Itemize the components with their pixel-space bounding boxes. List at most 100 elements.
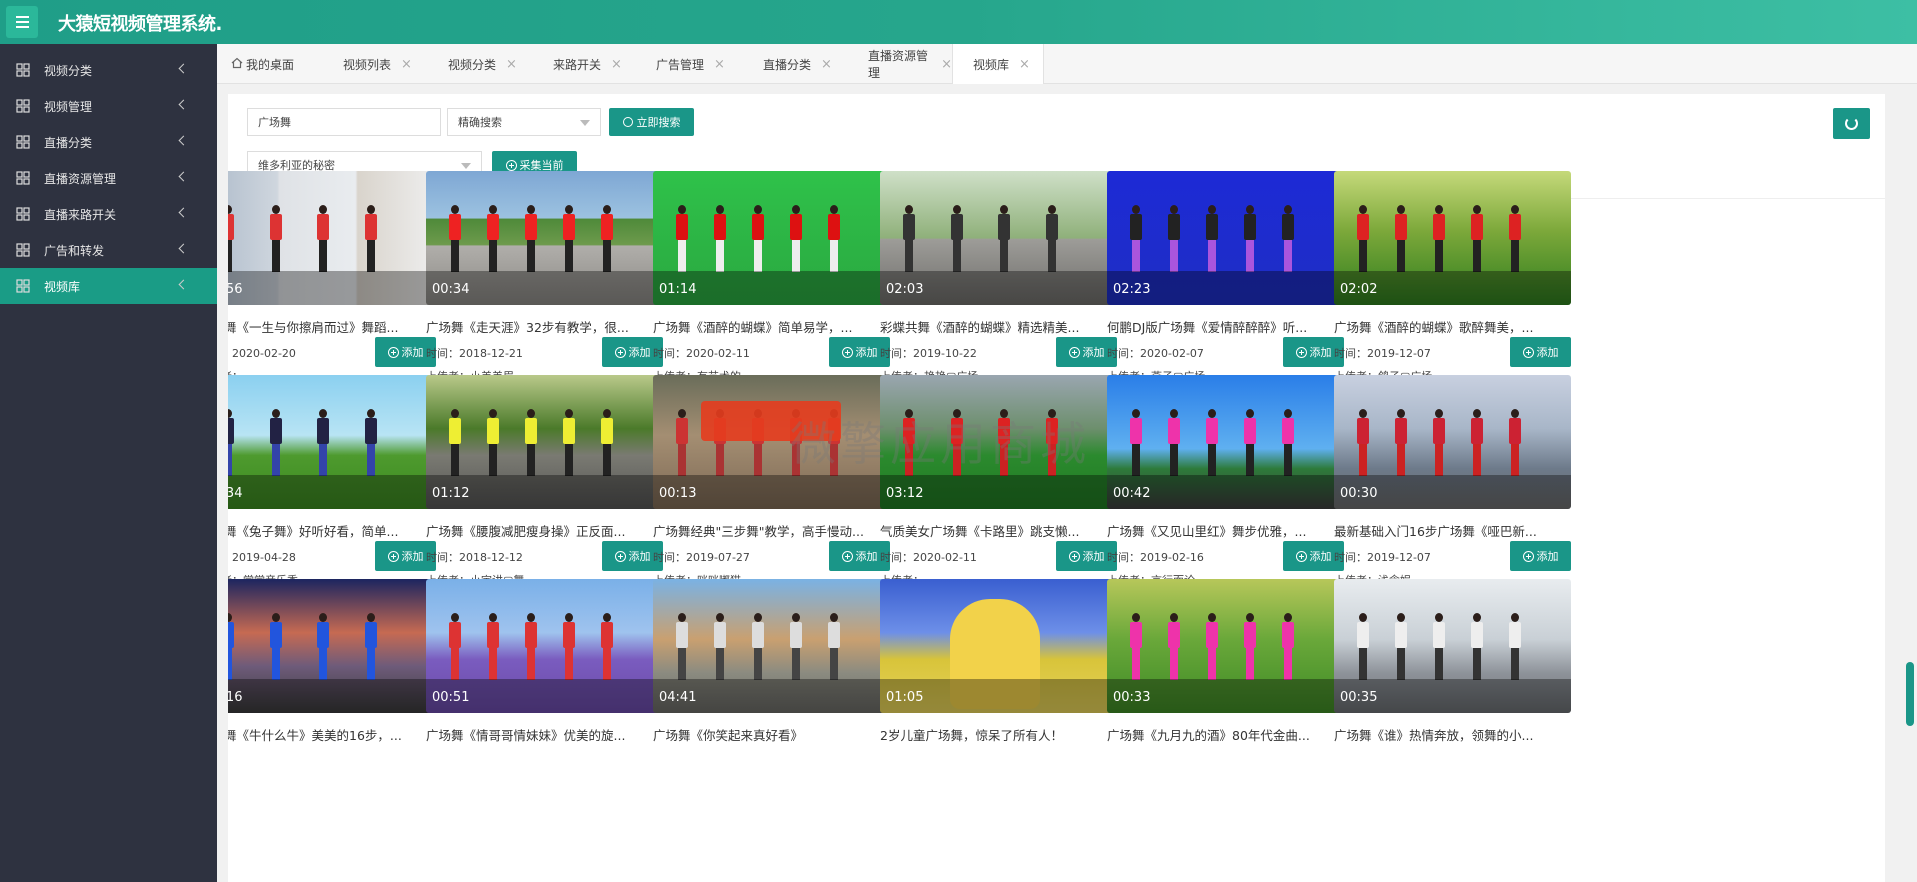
video-title[interactable]: 广场舞《酒醉的蝴蝶》简单易学，... <box>653 317 890 336</box>
video-title[interactable]: 广场舞《情哥哥情妹妹》优美的旋... <box>426 725 663 744</box>
video-duration: 01:12 <box>432 486 470 501</box>
close-icon[interactable]: × <box>714 57 725 72</box>
plus-circle-icon <box>387 346 399 358</box>
scrollbar-thumb[interactable] <box>1906 662 1914 726</box>
video-title[interactable]: 广场舞《兔子舞》好听好看，简单... <box>228 521 436 540</box>
dancer-figure <box>269 613 283 683</box>
plus-circle-icon <box>1068 346 1080 358</box>
video-title[interactable]: 广场舞《酒醉的蝴蝶》歌醉舞美，... <box>1334 317 1571 336</box>
video-title[interactable]: 广场舞《又见山里红》舞步优雅，... <box>1107 521 1344 540</box>
video-thumbnail[interactable]: 00:34 <box>426 171 663 305</box>
tab[interactable]: 广告管理 × <box>640 44 737 84</box>
gem-icon <box>16 207 30 221</box>
video-thumbnail[interactable]: 00:42 <box>1107 375 1344 509</box>
video-title[interactable]: 广场舞《一生与你擦肩而过》舞蹈... <box>228 317 436 336</box>
add-button-label: 添加 <box>1536 346 1559 359</box>
video-card: 03:12气质美女广场舞《卡路里》跳支懒...时间：2020-02-11上传者：… <box>871 359 1128 597</box>
close-icon[interactable]: × <box>821 57 832 72</box>
video-title[interactable]: 何鹏DJ版广场舞《爱情醉醉醉》听... <box>1107 317 1344 336</box>
video-thumbnail[interactable]: 02:02 <box>1334 171 1571 305</box>
sidebar-item[interactable]: 直播分类 <box>0 124 217 160</box>
tab[interactable]: 直播分类 × <box>747 44 842 84</box>
video-title[interactable]: 广场舞《牛什么牛》美美的16步，... <box>228 725 436 744</box>
video-thumbnail[interactable]: 00:30 <box>1334 375 1571 509</box>
video-title[interactable]: 气质美女广场舞《卡路里》跳支懒... <box>880 521 1117 540</box>
video-title[interactable]: 广场舞《你笑起来真好看》 <box>653 725 890 744</box>
video-thumbnail[interactable]: 00:33 <box>1107 579 1344 713</box>
search-icon <box>622 117 633 127</box>
video-title[interactable]: 广场舞《走天涯》32步有教学，很... <box>426 317 663 336</box>
video-title[interactable]: 2岁儿童广场舞，惊呆了所有人！ <box>880 725 1117 744</box>
dancer-figure <box>364 613 378 683</box>
video-duration: 03:12 <box>886 486 924 501</box>
refresh-button[interactable] <box>1833 108 1870 139</box>
video-thumbnail[interactable]: 02:03 <box>880 171 1117 305</box>
video-card: 01:16 广场舞《牛什么牛》美美的16步，... <box>228 563 447 801</box>
tab[interactable]: 视频分类 × <box>432 44 527 84</box>
tab[interactable]: 我的桌面 <box>229 44 317 84</box>
handshake-icon <box>16 279 30 293</box>
dancer-figure <box>1394 613 1408 683</box>
video-thumbnail[interactable]: 00:35 <box>1334 579 1571 713</box>
video-thumbnail[interactable]: 01:14 <box>653 171 890 305</box>
video-thumbnail[interactable]: 00:13 <box>653 375 890 509</box>
dancer-figure <box>1205 205 1219 275</box>
add-button-label: 添加 <box>1536 550 1559 563</box>
dancer-figure <box>1508 205 1522 275</box>
search-button-label: 立即搜索 <box>636 116 681 129</box>
sidebar-item[interactable]: 视频管理 <box>0 88 217 124</box>
video-thumbnail[interactable]: 00:51 <box>426 579 663 713</box>
search-input[interactable]: 广场舞 <box>247 108 441 136</box>
dancer-figure <box>364 205 378 275</box>
duration-overlay <box>228 271 436 305</box>
dancer-figure <box>1205 409 1219 479</box>
sidebar-item[interactable]: 直播来路开关 <box>0 196 217 232</box>
plus-circle-icon <box>614 550 626 562</box>
tab-bar: 我的桌面 视频列表 × 视频分类 × 来路开关 × 广告管理 × 直播分类 × 直播资源管理 × 视频库 × <box>217 44 1917 84</box>
dancer-figure <box>486 205 500 275</box>
video-title[interactable]: 广场舞《谁》热情奔放，领舞的小... <box>1334 725 1571 744</box>
video-thumbnail[interactable]: 03:12 <box>880 375 1117 509</box>
close-icon[interactable]: × <box>611 57 622 72</box>
close-icon[interactable]: × <box>401 57 412 72</box>
sidebar-item[interactable]: 视频分类 <box>0 52 217 88</box>
search-mode-select[interactable]: 精确搜索 <box>447 108 601 136</box>
tab[interactable]: 视频库 × <box>952 44 1044 84</box>
close-icon[interactable]: × <box>1019 57 1030 72</box>
video-title[interactable]: 最新基础入门16步广场舞《哑巴新... <box>1334 521 1571 540</box>
dancer-figure <box>997 409 1011 479</box>
video-title[interactable]: 广场舞《九月九的酒》80年代金曲... <box>1107 725 1344 744</box>
tab[interactable]: 来路开关 × <box>537 44 630 84</box>
close-icon[interactable]: × <box>941 57 952 72</box>
tab[interactable]: 视频列表 × <box>327 44 422 84</box>
video-thumbnail[interactable]: 01:12 <box>426 375 663 509</box>
dancer-figure <box>1508 409 1522 479</box>
plus-circle-icon <box>1068 550 1080 562</box>
video-thumbnail[interactable]: 01:16 <box>228 579 436 713</box>
video-title[interactable]: 广场舞经典"三步舞"教学，高手慢动... <box>653 521 890 540</box>
video-thumbnail[interactable]: 01:05 <box>880 579 1117 713</box>
video-card: 01:14广场舞《酒醉的蝴蝶》简单易学，...时间：2020-02-11上传者：… <box>644 155 901 393</box>
dancer-figure <box>1432 409 1446 479</box>
sidebar-item[interactable]: 广告和转发 <box>0 232 217 268</box>
close-icon[interactable]: × <box>506 57 517 72</box>
top-header: 大猿短视频管理系统. <box>0 0 1917 44</box>
video-title[interactable]: 彩蝶共舞《酒醉的蝴蝶》精选精美... <box>880 317 1117 336</box>
dancer-figure <box>448 409 462 479</box>
menu-toggle-button[interactable] <box>6 6 38 38</box>
search-button[interactable]: 立即搜索 <box>609 108 694 136</box>
dancer-figure <box>448 205 462 275</box>
tab[interactable]: 直播资源管理 × <box>852 44 952 84</box>
video-title[interactable]: 广场舞《腰腹减肥瘦身操》正反面... <box>426 521 663 540</box>
scrollbar[interactable] <box>1904 84 1916 882</box>
sidebar-item[interactable]: 视频库 <box>0 268 217 304</box>
plus-circle-icon <box>841 346 853 358</box>
video-thumbnail[interactable]: 04:41 <box>653 579 890 713</box>
dancer-figure <box>1281 409 1295 479</box>
sidebar-item[interactable]: 直播资源管理 <box>0 160 217 196</box>
dancer-figure <box>562 205 576 275</box>
video-thumbnail[interactable]: 01:56 <box>228 171 436 305</box>
sidebar-item-label: 广告和转发 <box>44 243 105 258</box>
video-thumbnail[interactable]: 00:34 <box>228 375 436 509</box>
video-thumbnail[interactable]: 02:23 <box>1107 171 1344 305</box>
